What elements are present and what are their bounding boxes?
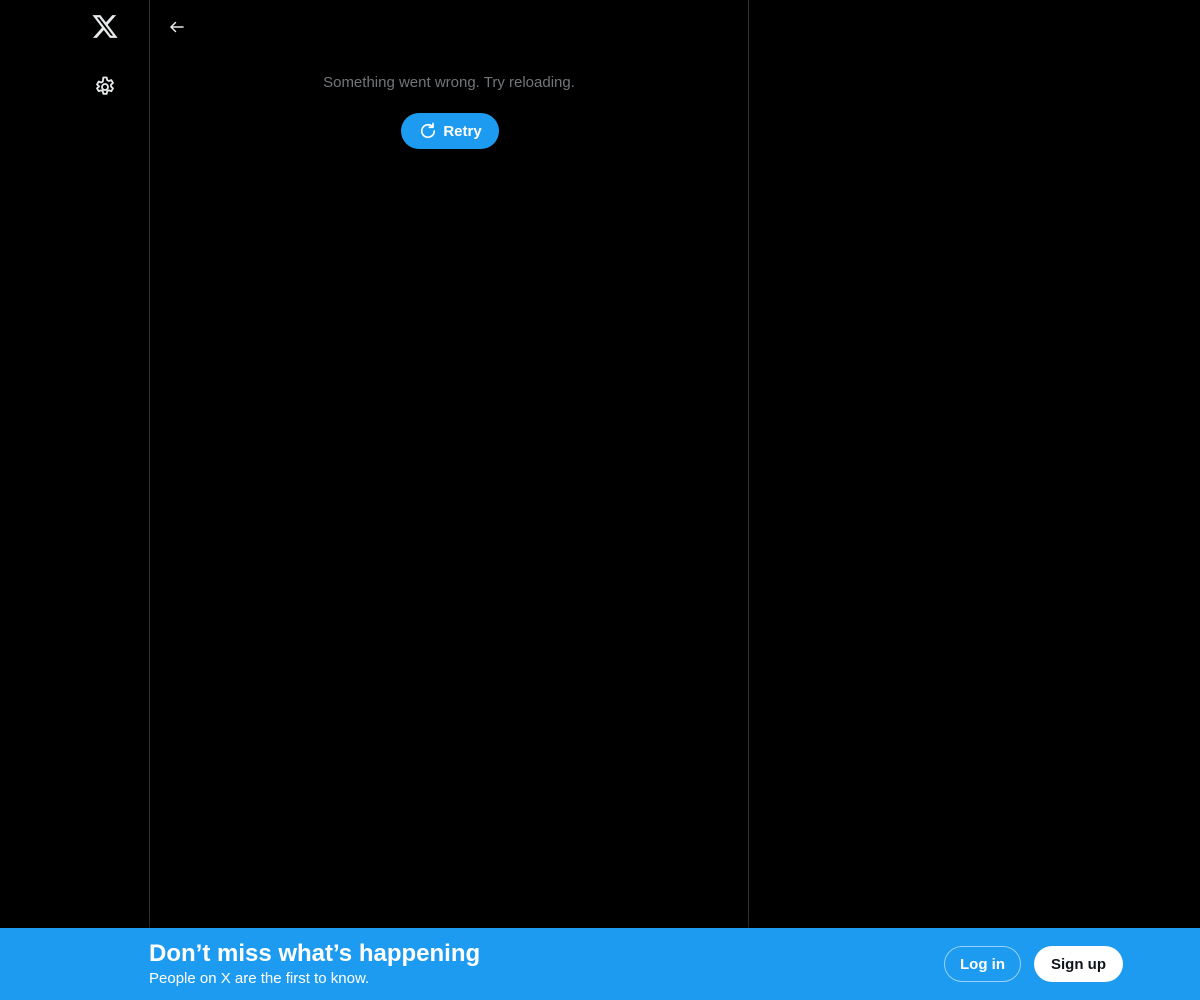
app-root: Something went wrong. Try reloading. Ret…: [0, 0, 1200, 1000]
settings-link[interactable]: [82, 64, 128, 110]
retry-button[interactable]: Retry: [401, 113, 499, 149]
x-logo-link[interactable]: [82, 6, 128, 50]
banner-subtitle: People on X are the first to know.: [149, 970, 370, 987]
signup-button[interactable]: Sign up: [1034, 946, 1123, 982]
arrow-left-icon: [170, 21, 184, 33]
error-message: Something went wrong. Try reloading.: [323, 74, 575, 91]
retry-label: Retry: [443, 122, 482, 140]
refresh-icon: [421, 122, 436, 139]
signup-banner: Don’t miss what’s happening People on X …: [0, 928, 1200, 1000]
x-logo-icon: [92, 15, 118, 38]
gear-icon: [96, 76, 114, 95]
login-button[interactable]: Log in: [944, 946, 1021, 982]
primary-column: Something went wrong. Try reloading. Ret…: [149, 0, 749, 1000]
banner-title: Don’t miss what’s happening: [149, 940, 481, 967]
back-button[interactable]: [160, 10, 194, 44]
left-navigation: [0, 0, 149, 1000]
